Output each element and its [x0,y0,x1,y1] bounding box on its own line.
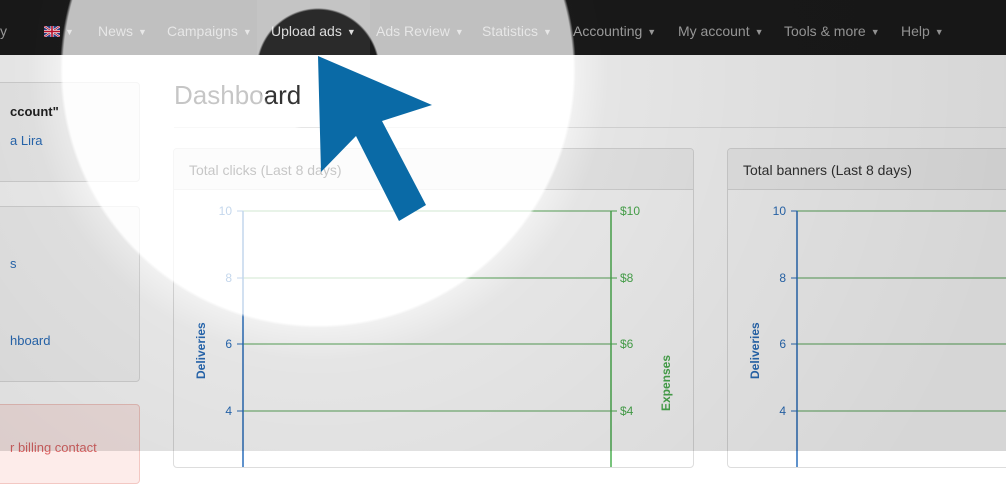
chevron-down-icon: ▼ [647,27,657,37]
chevron-down-icon: ▼ [454,27,464,37]
nav-help[interactable]: Help ▼ [901,0,944,55]
uk-flag-icon [44,26,60,37]
account-label: ccount" [10,104,59,119]
chart-total-clicks: 10 8 6 4 Deliveries $10 $8 $6 $4 Expense… [194,204,673,467]
right-tick-label: $8 [620,271,634,285]
chevron-down-icon: ▼ [754,27,764,37]
nav-campaigns[interactable]: Campaigns ▼ [167,0,252,55]
divider [174,127,1006,128]
left-tick-label: 4 [225,404,232,418]
billing-notice[interactable]: r billing contact [10,440,97,455]
right-tick-label: $10 [620,204,640,218]
sidebar-link[interactable]: s [10,256,17,271]
chevron-down-icon: ▼ [543,27,552,37]
chevron-down-icon: ▼ [138,27,147,37]
chart-panel-total-banners: Total banners (Last 8 days) 10 8 6 4 Del… [727,148,1006,468]
chevron-down-icon: ▼ [242,27,252,37]
sidebar-link-dashboard[interactable]: hboard [10,333,50,348]
nav-upload-ads[interactable]: Upload ads ▼ [257,0,370,55]
left-tick-label: 8 [779,271,786,285]
language-menu[interactable]: ▼ [44,0,74,55]
chevron-down-icon: ▼ [65,27,74,37]
left-tick-label: 10 [773,204,787,218]
brand-name[interactable]: y [0,0,14,55]
nav-my-account[interactable]: My account ▼ [678,0,764,55]
nav-ads-review[interactable]: Ads Review ▼ [376,0,464,55]
left-tick-label: 6 [225,337,232,351]
chevron-down-icon: ▼ [346,27,356,37]
page-title: Dashboard [174,80,302,110]
chevron-down-icon: ▼ [870,27,880,37]
left-axis-label: Deliveries [194,322,208,379]
chevron-down-icon: ▼ [934,27,944,37]
left-tick-label: 6 [779,337,786,351]
left-tick-label: 8 [225,271,232,285]
account-user-link[interactable]: a Lira [10,133,43,148]
chart-total-banners: 10 8 6 4 Deliveries [748,204,1006,467]
menu-panel [0,206,140,382]
account-panel [0,82,140,182]
nav-statistics[interactable]: Statistics ▼ [482,0,552,55]
right-tick-label: $4 [620,404,634,418]
left-tick-label: 10 [219,204,233,218]
left-tick-label: 4 [779,404,786,418]
left-axis-label: Deliveries [748,322,762,379]
right-tick-label: $6 [620,337,634,351]
nav-tools-more[interactable]: Tools & more ▼ [784,0,880,55]
right-axis-label: Expenses [659,355,673,411]
chart-panel-total-clicks: Total clicks (Last 8 days) 10 8 6 4 Deli… [173,148,694,468]
top-navbar: y ▼ News ▼ Campaigns ▼ Upload ads ▼ Ads Rev… [0,0,1006,55]
nav-news[interactable]: News ▼ [98,0,147,55]
nav-accounting[interactable]: Accounting ▼ [573,0,656,55]
